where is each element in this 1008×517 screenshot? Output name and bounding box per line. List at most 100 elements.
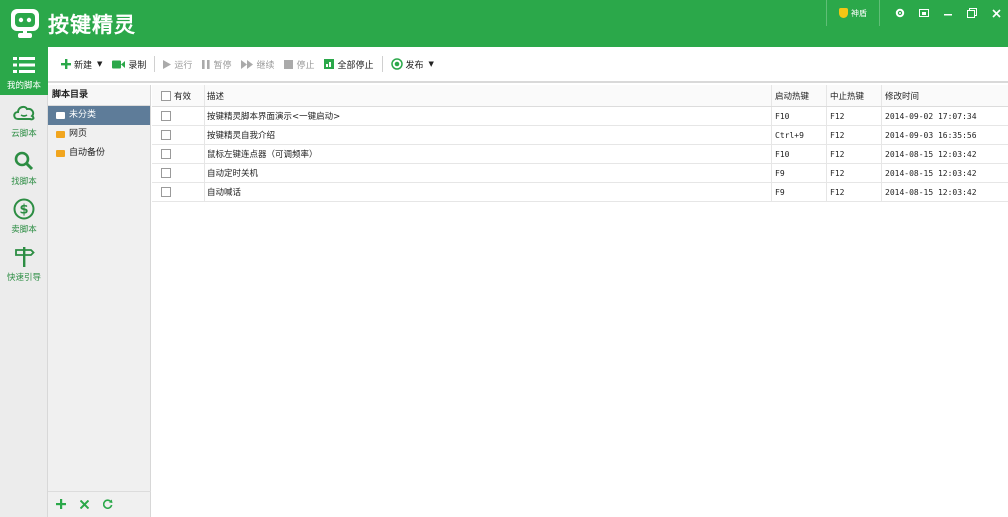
table-row[interactable]: 按键精灵自我介绍 Ctrl+9 F12 2014-09-03 16:35:56 bbox=[152, 126, 1008, 145]
plus-icon bbox=[56, 498, 66, 509]
minimize-button[interactable] bbox=[936, 0, 960, 26]
nav-label: 卖脚本 bbox=[11, 225, 37, 235]
table-row[interactable]: 鼠标左键连点器（可调频率） F10 F12 2014-08-15 12:03:4… bbox=[152, 145, 1008, 164]
table-row[interactable]: 自动定时关机 F9 F12 2014-08-15 12:03:42 bbox=[152, 164, 1008, 183]
minimize-icon bbox=[943, 13, 952, 15]
nav-label: 云脚本 bbox=[11, 129, 37, 139]
publish-label: 发布 bbox=[405, 60, 424, 71]
row-enabled-checkbox[interactable] bbox=[161, 130, 171, 140]
stop-label: 停止 bbox=[296, 60, 315, 71]
folder-icon bbox=[56, 131, 65, 138]
row-stop-hotkey: F12 bbox=[827, 126, 882, 144]
left-nav: 我的脚本 云脚本 找脚本 $ 卖脚本 快速引导 bbox=[0, 47, 48, 517]
row-start-hotkey: F10 bbox=[772, 145, 827, 163]
header-modified-time[interactable]: 修改时间 bbox=[882, 85, 1008, 106]
stop-all-label: 全部停止 bbox=[337, 60, 374, 71]
row-start-hotkey: F10 bbox=[772, 107, 827, 125]
nav-label: 快速引导 bbox=[6, 273, 41, 283]
publish-button[interactable]: 发布 ▼ bbox=[386, 54, 439, 74]
table-row[interactable]: 自动喊话 F9 F12 2014-08-15 12:03:42 bbox=[152, 183, 1008, 202]
row-start-hotkey: F9 bbox=[772, 183, 827, 201]
app-title: 按键精灵 bbox=[48, 13, 136, 37]
toolbar-separator bbox=[381, 56, 383, 72]
nav-label: 找脚本 bbox=[11, 177, 37, 187]
chevron-down-icon: ▼ bbox=[97, 60, 103, 68]
nav-sell-scripts[interactable]: $ 卖脚本 bbox=[0, 191, 48, 239]
toolbar: 新建 ▼ 录制 运行 暂停 继续 停止 全部停止 发布 ▼ bbox=[48, 47, 1008, 83]
chevron-down-icon: ▼ bbox=[428, 60, 434, 68]
stop-icon bbox=[284, 59, 294, 69]
row-enabled-checkbox[interactable] bbox=[161, 168, 171, 178]
record-label: 录制 bbox=[128, 60, 147, 71]
restore-button[interactable] bbox=[960, 0, 984, 26]
directory-item-web[interactable]: 网页 bbox=[48, 125, 150, 144]
header-start-hotkey[interactable]: 启动热键 bbox=[772, 85, 827, 106]
stop-all-button[interactable]: 全部停止 bbox=[319, 54, 378, 74]
close-icon bbox=[991, 8, 1001, 18]
record-button[interactable]: 录制 bbox=[107, 54, 151, 74]
row-description: 按键精灵脚本界面演示<一键启动> bbox=[205, 107, 772, 125]
header-enabled-label: 有效 bbox=[174, 91, 192, 102]
resume-button[interactable]: 继续 bbox=[236, 54, 279, 74]
refresh-icon bbox=[102, 499, 113, 509]
row-stop-hotkey: F12 bbox=[827, 183, 882, 201]
skin-icon bbox=[919, 8, 929, 17]
run-label: 运行 bbox=[174, 60, 193, 71]
directory-item-label: 自动备份 bbox=[69, 148, 106, 158]
run-button[interactable]: 运行 bbox=[158, 54, 197, 74]
row-enabled-checkbox[interactable] bbox=[161, 111, 171, 121]
table-row[interactable]: 按键精灵脚本界面演示<一键启动> F10 F12 2014-09-02 17:0… bbox=[152, 107, 1008, 126]
header-stop-hotkey[interactable]: 中止热键 bbox=[827, 85, 882, 106]
row-start-hotkey: F9 bbox=[772, 164, 827, 182]
list-icon bbox=[12, 53, 36, 77]
refresh-folder-button[interactable] bbox=[102, 498, 113, 512]
row-stop-hotkey: F12 bbox=[827, 164, 882, 182]
add-folder-button[interactable] bbox=[56, 498, 66, 512]
row-stop-hotkey: F12 bbox=[827, 145, 882, 163]
row-stop-hotkey: F12 bbox=[827, 107, 882, 125]
folder-icon bbox=[56, 112, 65, 119]
cloud-icon bbox=[12, 101, 36, 125]
row-enabled-checkbox[interactable] bbox=[161, 149, 171, 159]
skin-button[interactable] bbox=[912, 0, 936, 26]
settings-gear-button[interactable] bbox=[888, 0, 912, 26]
stop-button[interactable]: 停止 bbox=[279, 54, 319, 74]
resume-label: 继续 bbox=[256, 60, 275, 71]
header-description[interactable]: 描述 bbox=[205, 85, 772, 106]
row-enabled-checkbox[interactable] bbox=[161, 187, 171, 197]
row-modified-time: 2014-09-02 17:07:34 bbox=[885, 111, 977, 121]
directory-item-auto-backup[interactable]: 自动备份 bbox=[48, 144, 150, 163]
pause-button[interactable]: 暂停 bbox=[197, 54, 236, 74]
directory-item-uncategorized[interactable]: 未分类 bbox=[48, 106, 150, 125]
row-description: 鼠标左键连点器（可调频率） bbox=[205, 145, 772, 163]
nav-my-scripts[interactable]: 我的脚本 bbox=[0, 47, 48, 95]
plus-icon bbox=[61, 59, 71, 69]
video-camera-icon bbox=[112, 60, 126, 68]
nav-quick-guide[interactable]: 快速引导 bbox=[0, 239, 48, 287]
stop-all-icon bbox=[324, 59, 335, 69]
new-button[interactable]: 新建 ▼ bbox=[56, 54, 107, 74]
directory-item-label: 未分类 bbox=[69, 110, 97, 120]
app-logo-icon bbox=[8, 7, 42, 41]
publish-icon bbox=[390, 58, 403, 70]
nav-find-scripts[interactable]: 找脚本 bbox=[0, 143, 48, 191]
delete-folder-button[interactable] bbox=[79, 498, 90, 512]
row-description: 自动定时关机 bbox=[205, 164, 772, 182]
shield-button[interactable]: 神盾 bbox=[826, 0, 880, 26]
gear-icon bbox=[895, 8, 905, 18]
select-all-checkbox[interactable] bbox=[161, 90, 171, 101]
play-icon bbox=[163, 59, 172, 69]
table-header: 有效 描述 启动热键 中止热键 修改时间 bbox=[152, 85, 1008, 107]
new-label: 新建 bbox=[74, 60, 93, 71]
svg-text:$: $ bbox=[19, 203, 28, 218]
dollar-icon: $ bbox=[12, 197, 36, 221]
nav-label: 我的脚本 bbox=[6, 81, 41, 91]
row-modified-time: 2014-08-15 12:03:42 bbox=[885, 187, 977, 197]
row-modified-time: 2014-08-15 12:03:42 bbox=[885, 149, 977, 159]
directory-footer bbox=[48, 491, 151, 517]
header-enabled: 有效 bbox=[152, 85, 205, 106]
nav-cloud-scripts[interactable]: 云脚本 bbox=[0, 95, 48, 143]
pause-icon bbox=[202, 59, 211, 69]
folder-icon bbox=[56, 150, 65, 157]
close-button[interactable] bbox=[984, 0, 1008, 26]
